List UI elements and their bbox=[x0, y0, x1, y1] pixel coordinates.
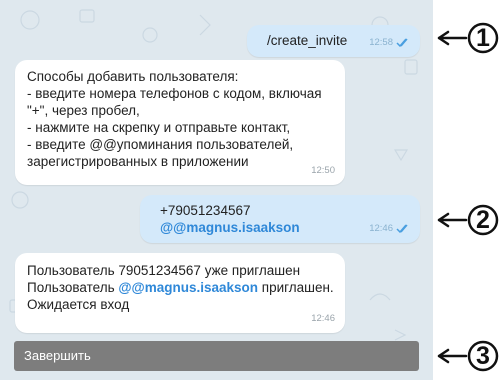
chat-area: /create_invite 12:58 Способы добавить по… bbox=[0, 0, 433, 380]
help-line: Способы добавить пользователя: bbox=[27, 69, 239, 84]
result-text: приглашен. bbox=[261, 280, 334, 295]
callout-number: 2 bbox=[476, 206, 490, 234]
outgoing-message-command: /create_invite 12:58 bbox=[247, 25, 420, 57]
help-line: - введите @@упоминания пользователей, bbox=[27, 137, 294, 152]
help-line: - нажмите на скрепку и отправьте контакт… bbox=[27, 120, 291, 135]
callout-3: 3 bbox=[437, 337, 499, 377]
callout-number: 3 bbox=[476, 342, 490, 370]
callout-number: 1 bbox=[476, 24, 490, 52]
help-line: - введите номера телефонов с кодом, вклю… bbox=[27, 86, 322, 101]
message-time: 12:46 bbox=[369, 223, 393, 234]
incoming-message-result: Пользователь 79051234567 уже приглашен П… bbox=[15, 253, 345, 333]
outgoing-message-invite: +79051234567 @@magnus.isaakson 12:46 bbox=[140, 195, 420, 243]
help-line: зарегистрированных в приложении bbox=[27, 154, 249, 169]
result-line: Пользователь 79051234567 уже приглашен bbox=[27, 263, 301, 278]
message-time: 12:46 bbox=[311, 313, 335, 324]
callout-2: 2 bbox=[437, 201, 499, 241]
result-line: Пользователь @@magnus.isaakson приглашен… bbox=[27, 279, 334, 296]
message-time: 12:58 bbox=[369, 37, 393, 48]
message-meta: 12:46 bbox=[369, 220, 410, 237]
message-text: /create_invite bbox=[267, 33, 348, 48]
finish-button[interactable]: Завершить bbox=[14, 341, 419, 371]
result-line: Ожидается вход bbox=[27, 297, 130, 312]
help-line: "+", через пробел, bbox=[27, 103, 140, 118]
phone-number-text: +79051234567 bbox=[160, 203, 251, 218]
message-time: 12:50 bbox=[311, 165, 335, 176]
double-check-icon bbox=[396, 38, 408, 47]
message-meta: 12:58 bbox=[369, 34, 410, 51]
result-text: Пользователь bbox=[27, 280, 115, 295]
double-check-icon bbox=[396, 224, 408, 233]
incoming-message-help: Способы добавить пользователя: - введите… bbox=[15, 60, 345, 185]
callout-1: 1 bbox=[437, 19, 499, 59]
user-mention-link[interactable]: @@magnus.isaakson bbox=[118, 280, 258, 295]
